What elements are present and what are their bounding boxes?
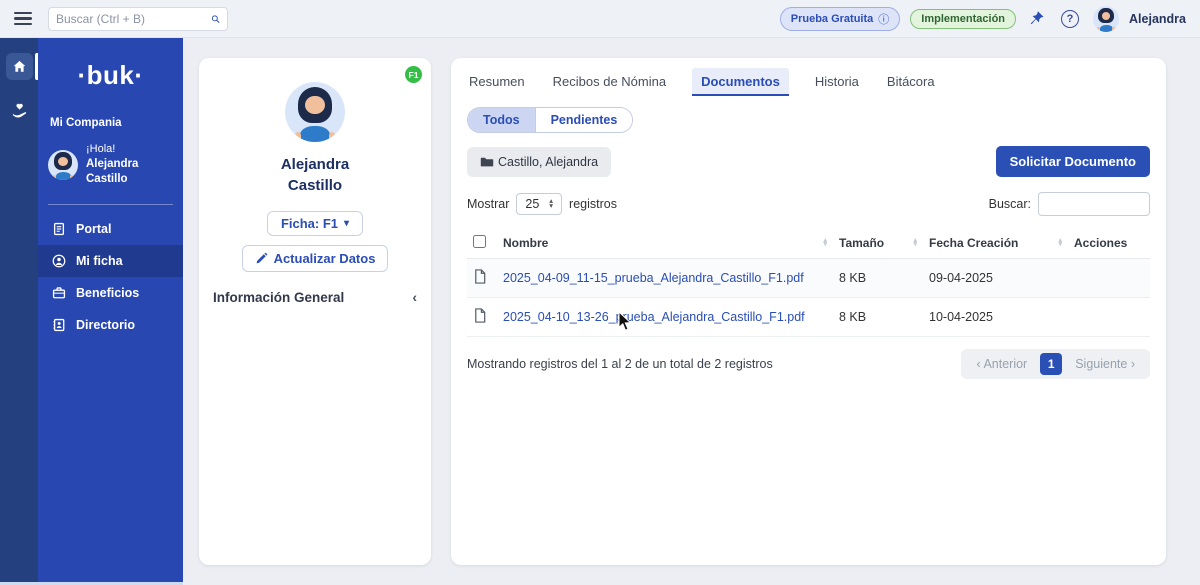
select-arrows-icon: ▴ ▾ (549, 196, 554, 210)
toggle-todos[interactable]: Todos (468, 108, 536, 132)
topbar-avatar[interactable] (1093, 5, 1120, 32)
update-data-button[interactable]: Actualizar Datos (241, 245, 389, 272)
document-actions (1068, 258, 1150, 298)
buk-logo: ·buk· (77, 60, 144, 90)
tab-resumen[interactable]: Resumen (467, 68, 527, 96)
select-all-checkbox[interactable] (473, 235, 486, 248)
sidebar-divider (48, 203, 173, 205)
global-search-input[interactable] (56, 11, 211, 26)
sort-icon: ▴ ▾ (913, 236, 917, 248)
sidebar-item-mi-ficha[interactable]: Mi ficha (38, 244, 183, 277)
page-size-select[interactable]: 25 ▴ ▾ (516, 193, 563, 215)
prev-page-button[interactable]: ‹ Anterior (967, 354, 1036, 374)
section-title: Información General (213, 289, 345, 305)
table-search-input[interactable] (1038, 192, 1150, 216)
info-icon: ⓘ (878, 13, 890, 26)
sidebar-user[interactable]: ¡Hola! Alejandra Castillo (38, 142, 183, 188)
table-search-label: Buscar: (988, 197, 1031, 211)
app-window: Prueba Gratuita ⓘ Implementación ? Aleja… (0, 0, 1200, 585)
home-nav-button[interactable] (5, 53, 33, 80)
document-size: 8 KB (833, 258, 923, 298)
select-all-header (467, 228, 497, 259)
sidebar-item-label: Beneficios (76, 285, 140, 300)
documents-panel: Resumen Recibos de Nómina Documentos His… (451, 58, 1166, 565)
column-header-nombre[interactable]: Nombre ▴ ▾ (497, 228, 833, 259)
request-document-button[interactable]: Solicitar Documento (995, 146, 1150, 177)
culture-nav-button[interactable] (6, 97, 33, 124)
records-label: registros (569, 197, 617, 211)
document-size: 8 KB (833, 297, 923, 337)
folder-icon (480, 157, 494, 166)
toggle-pendientes[interactable]: Pendientes (535, 108, 633, 132)
sidebar-avatar (48, 149, 78, 180)
employee-name: Alejandra Castillo (280, 156, 350, 194)
pdf-file-icon (475, 269, 486, 284)
document-date: 09-04-2025 (923, 258, 1068, 298)
company-label: Mi Compania (50, 117, 122, 129)
records-summary: Mostrando registros del 1 al 2 de un tot… (467, 357, 773, 371)
pdf-file-icon (475, 308, 486, 323)
document-link[interactable]: 2025_04-09_11-15_prueba_Alejandra_Castil… (503, 271, 804, 285)
documents-table: Nombre ▴ ▾ Tamaño ▴ ▾ Fecha Creación ▴ ▾ Accio… (467, 228, 1150, 337)
sidebar-item-directorio[interactable]: Directorio (38, 309, 183, 341)
table-row: 2025_04-09_11-15_prueba_Alejandra_Castil… (467, 258, 1150, 298)
tab-bitacora[interactable]: Bitácora (885, 68, 937, 96)
sidebar-item-label: Directorio (76, 317, 136, 332)
next-page-button[interactable]: Siguiente › (1066, 354, 1144, 374)
tab-documentos[interactable]: Documentos (692, 68, 789, 96)
briefcase-icon (52, 287, 66, 299)
rail-active-indicator (35, 53, 38, 80)
topbar-username[interactable]: Alejandra (1129, 12, 1186, 26)
help-icon[interactable]: ? (1061, 9, 1080, 28)
sort-icon: ▴ ▾ (823, 236, 827, 248)
tab-recibos[interactable]: Recibos de Nómina (551, 68, 668, 96)
document-link[interactable]: 2025_04-10_13-26_prueba_Alejandra_Castil… (503, 310, 805, 324)
document-actions (1068, 297, 1150, 337)
folder-breadcrumb-chip[interactable]: Castillo, Alejandra (467, 146, 612, 177)
edit-pencil-icon (256, 252, 267, 264)
sidebar-item-portal[interactable]: Portal (38, 213, 183, 245)
implementation-badge-label: Implementación (921, 12, 1006, 25)
ficha-dropdown-button[interactable]: Ficha: F1 ▾ (266, 211, 364, 236)
column-header-acciones: Acciones (1068, 228, 1150, 259)
home-icon (13, 60, 25, 72)
column-header-tamano[interactable]: Tamaño ▴ ▾ (833, 228, 923, 259)
trial-badge[interactable]: Prueba Gratuita ⓘ (779, 6, 901, 31)
hamburger-menu-icon[interactable] (14, 11, 32, 26)
trial-badge-label: Prueba Gratuita (790, 12, 874, 25)
tab-historia[interactable]: Historia (813, 68, 861, 96)
document-icon (53, 222, 65, 235)
global-search (48, 6, 228, 31)
table-row: 2025_04-10_13-26_prueba_Alejandra_Castil… (467, 297, 1150, 337)
topbar: Prueba Gratuita ⓘ Implementación ? Aleja… (0, 0, 1200, 38)
sidebar-item-label: Mi ficha (76, 253, 123, 268)
content-area: F1 Alejandra Castillo Ficha: F1 ▾ Actual… (183, 38, 1200, 585)
chevron-down-icon: ▾ (344, 218, 350, 229)
sidebar: ·buk· Mi Compania ¡Hola! Alejandra Casti… (38, 38, 183, 585)
filter-toggle: Todos Pendientes (467, 107, 634, 133)
pagination: ‹ Anterior 1 Siguiente › (961, 349, 1150, 379)
sidebar-username: Alejandra Castillo (86, 157, 139, 186)
pin-icon[interactable] (1028, 10, 1045, 27)
show-label: Mostrar (467, 197, 510, 211)
search-icon[interactable] (211, 12, 220, 26)
ficha-status-badge: F1 (405, 66, 422, 83)
current-page-button[interactable]: 1 (1040, 353, 1063, 375)
column-header-fecha[interactable]: Fecha Creación ▴ ▾ (923, 228, 1068, 259)
collapse-chevron-icon[interactable]: ‹ (412, 289, 417, 305)
tab-bar: Resumen Recibos de Nómina Documentos His… (467, 68, 1150, 96)
hand-heart-icon (12, 103, 26, 118)
sidebar-item-beneficios[interactable]: Beneficios (38, 277, 183, 309)
user-icon (52, 254, 66, 268)
sidebar-item-label: Portal (76, 221, 112, 236)
profile-avatar (285, 82, 345, 142)
profile-card: F1 Alejandra Castillo Ficha: F1 ▾ Actual… (199, 58, 431, 565)
implementation-badge[interactable]: Implementación (910, 8, 1017, 29)
address-book-icon (53, 318, 65, 331)
document-date: 10-04-2025 (923, 297, 1068, 337)
nav-rail (0, 38, 38, 585)
greeting-text: ¡Hola! (86, 143, 116, 155)
info-general-section: Información General ‹ (199, 289, 431, 305)
sort-icon: ▴ ▾ (1058, 236, 1062, 248)
